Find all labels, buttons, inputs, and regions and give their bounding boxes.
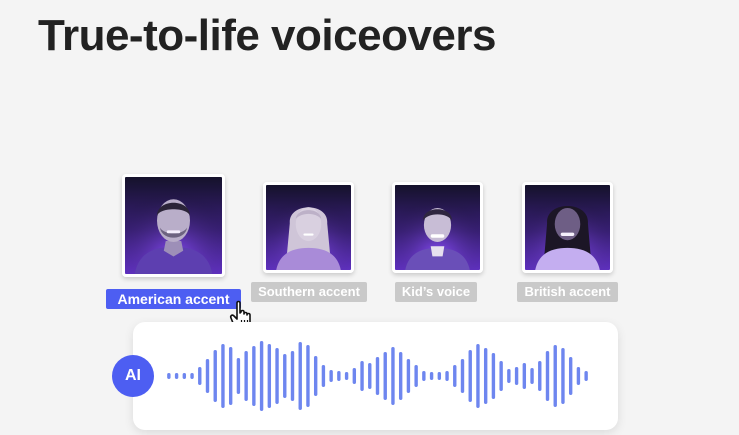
- waveform-bar: [252, 346, 256, 406]
- waveform-bar: [313, 356, 318, 396]
- waveform-bar: [422, 371, 426, 381]
- waveform-bar: [499, 361, 503, 391]
- waveform-bar: [576, 367, 581, 385]
- waveform-bar: [198, 367, 202, 385]
- waveform-bar: [468, 350, 472, 402]
- waveform-bar: [259, 341, 264, 411]
- waveform-bar: [445, 371, 449, 381]
- waveform-bar: [491, 353, 496, 399]
- avatar-kid[interactable]: [392, 182, 483, 273]
- waveform-bar: [368, 363, 372, 389]
- waveform-bar: [476, 344, 480, 408]
- waveform-bar: [298, 342, 302, 410]
- waveform-bar: [414, 365, 418, 387]
- waveform-bar: [561, 348, 565, 404]
- waveform-bar: [352, 368, 357, 384]
- voice-tag-southern[interactable]: Southern accent: [251, 282, 367, 302]
- waveform-bar: [514, 367, 519, 385]
- waveform-bar: [205, 359, 210, 393]
- voice-tag-american[interactable]: American accent: [106, 289, 241, 309]
- waveform-bar: [398, 352, 403, 400]
- waveform-bar: [530, 368, 534, 384]
- waveform-bar: [244, 351, 248, 401]
- waveform-bar: [568, 357, 573, 395]
- avatar-southern[interactable]: [263, 182, 354, 273]
- waveform-bar: [538, 361, 542, 391]
- waveform-bar: [522, 363, 527, 389]
- waveform-bar: [460, 359, 465, 393]
- avatar-british[interactable]: [522, 182, 613, 273]
- waveform-bar: [321, 365, 326, 387]
- waveform-bar: [545, 351, 550, 401]
- waveform-bar: [483, 348, 488, 404]
- waveform-bar: [584, 371, 588, 381]
- waveform-bar: [190, 373, 194, 379]
- waveform-bar: [236, 358, 241, 394]
- waveform-bar: [406, 359, 411, 393]
- waveform-bar: [329, 370, 333, 382]
- waveform-bar: [228, 347, 233, 405]
- waveform-bar: [306, 345, 310, 407]
- avatar-american[interactable]: [122, 174, 225, 277]
- waveform-bar: [375, 357, 380, 395]
- waveform-bar: [429, 372, 434, 380]
- waveform-bar: [383, 352, 387, 400]
- waveform-bar: [507, 369, 511, 383]
- man-portrait-icon: [125, 177, 222, 274]
- waveform-bar: [437, 372, 442, 380]
- woman-braids-portrait-icon: [525, 185, 610, 270]
- waveform-bar: [267, 344, 272, 408]
- voice-tag-british[interactable]: British accent: [517, 282, 618, 302]
- waveform-bar: [221, 344, 225, 408]
- audio-waveform: [167, 341, 588, 411]
- page-title: True-to-life voiceovers: [38, 11, 496, 60]
- waveform-bar: [283, 354, 287, 398]
- waveform-bar: [360, 361, 364, 391]
- ai-badge: AI: [112, 355, 154, 397]
- waveform-bar: [453, 365, 457, 387]
- waveform-bar: [167, 373, 171, 379]
- waveform-bar: [344, 372, 349, 380]
- kid-portrait-icon: [395, 185, 480, 270]
- voice-tag-kid[interactable]: Kid’s voice: [395, 282, 477, 302]
- waveform-bar: [213, 350, 217, 402]
- waveform-bar: [275, 348, 279, 404]
- waveform-bar: [553, 345, 557, 407]
- waveform-bar: [174, 373, 179, 379]
- woman-portrait-icon: [266, 185, 351, 270]
- waveform-bar: [182, 373, 187, 379]
- waveform-bar: [337, 371, 341, 381]
- waveform-bar: [290, 351, 295, 401]
- waveform-bar: [391, 347, 395, 405]
